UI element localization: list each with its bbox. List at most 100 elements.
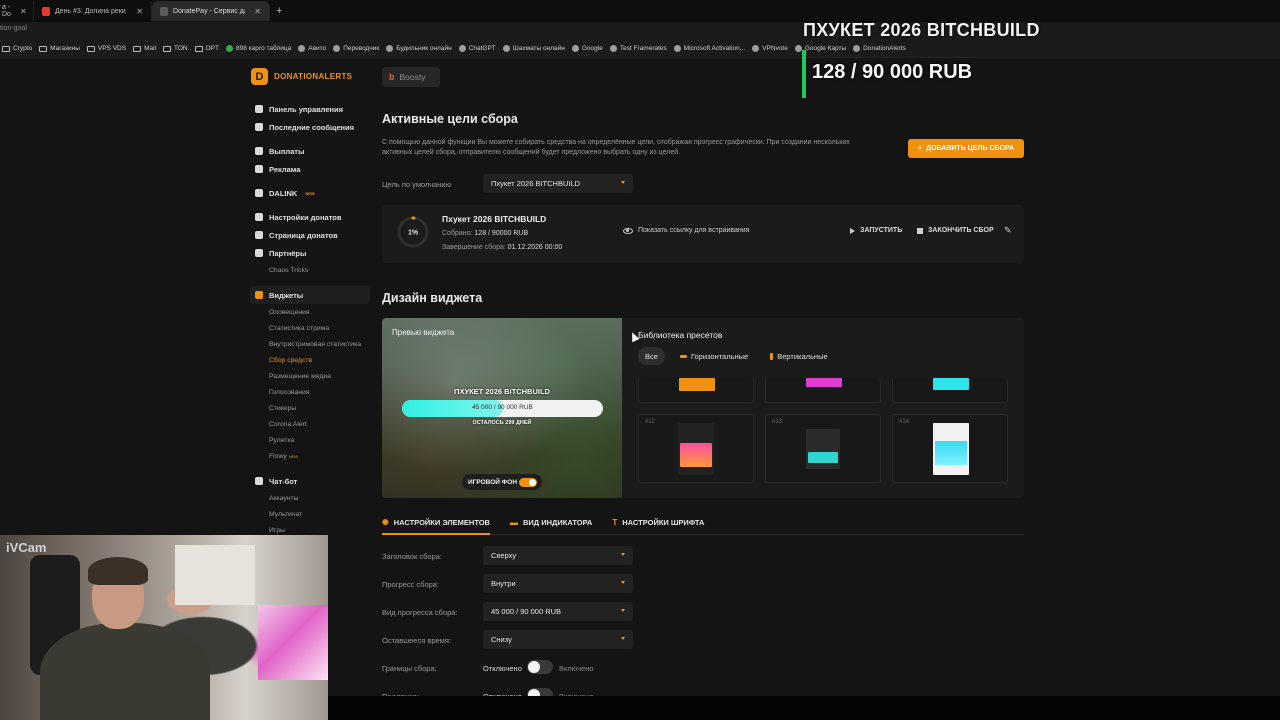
sidebar-item[interactable]: Оповещения [250, 304, 370, 320]
sidebar-item[interactable]: Чат-бот [250, 472, 370, 490]
tab-element-settings[interactable]: ✺ НАСТРОЙКИ ЭЛЕМЕНТОВ [382, 518, 490, 527]
bookmark-label: VPS VDS [97, 45, 127, 52]
sidebar-icon [255, 123, 263, 131]
select-value: 45 000 / 90 000 RUB [491, 607, 562, 616]
preset-card[interactable] [638, 378, 754, 403]
close-icon[interactable]: ✕ [254, 7, 261, 16]
progress-format-select[interactable]: 45 000 / 90 000 RUB [483, 602, 633, 621]
webcam-person-body [40, 623, 210, 720]
title-position-select[interactable]: Сверху [483, 546, 633, 565]
address-bar[interactable]: tion-goal [0, 22, 1280, 40]
bookmark-item[interactable]: Будильник онлайн [386, 45, 452, 52]
sidebar-item[interactable]: DALINK NEW [250, 184, 370, 202]
select-value: Сверху [491, 551, 517, 560]
bookmark-item[interactable]: Microsoft Activation... [673, 45, 745, 52]
bookmark-item[interactable]: TON [163, 45, 188, 52]
browser-tab-1[interactable]: а - Do ✕ [0, 1, 34, 21]
game-background-toggle[interactable]: ИГРОВОЙ ФОН [462, 474, 542, 490]
default-goal-label: Цель по умолчанию [382, 180, 452, 189]
sidebar-item[interactable]: Стикеры [250, 400, 370, 416]
sidebar-item-label: Статистика стрима [269, 324, 330, 332]
sidebar-item[interactable]: Размещение медиа [250, 368, 370, 384]
site-favicon-icon [333, 45, 341, 52]
sidebar-item[interactable]: Последние сообщения [250, 118, 370, 136]
tab-indicator-view[interactable]: ▬ ВИД ИНДИКАТОРА [510, 518, 592, 527]
sidebar-item-label: Сбор средств [269, 356, 313, 364]
edit-pencil-icon[interactable]: ✎ [1004, 225, 1012, 236]
finish-goal-button[interactable]: ЗАКОНЧИТЬ СБОР [917, 227, 994, 234]
preset-card-13[interactable]: #13 [765, 414, 881, 483]
preset-thumb [933, 378, 969, 390]
toggle-switch[interactable] [519, 478, 537, 487]
bookmark-item[interactable]: 898 карго таблица [226, 45, 291, 52]
preset-card-14[interactable]: #14 [892, 414, 1008, 483]
close-icon[interactable]: ✕ [20, 7, 27, 16]
sidebar-item[interactable]: Аккаунты [250, 490, 370, 506]
site-favicon-icon [673, 45, 681, 52]
default-goal-select[interactable]: Пхукет 2026 BITCHBUILD [483, 174, 633, 193]
bookmark-item[interactable]: DonationAlerts [853, 45, 906, 52]
filter-all[interactable]: Все [638, 347, 665, 365]
bookmark-item[interactable]: Mail [133, 45, 156, 52]
close-icon[interactable]: ✕ [136, 7, 143, 16]
bookmark-item[interactable]: Test Framerates [609, 45, 667, 52]
show-embed-link[interactable]: Показать ссылку для встраивания [623, 227, 749, 234]
sidebar-item[interactable]: Внутристримовая статистика [250, 336, 370, 352]
sidebar-item[interactable]: Реклама [250, 160, 370, 178]
brand-logo[interactable]: D DONATIONALERTS [251, 68, 352, 85]
bookmark-label: TON [174, 45, 188, 52]
sidebar-item[interactable]: Виджеты [250, 286, 370, 304]
bookmark-item[interactable]: OPT [194, 45, 219, 52]
new-tab-plus-icon[interactable]: + [270, 5, 288, 17]
address-url[interactable]: tion-goal [0, 25, 27, 32]
add-goal-button[interactable]: + ДОБАВИТЬ ЦЕЛЬ СБОРА [908, 139, 1024, 158]
sidebar-item-label: Flowy [269, 452, 287, 460]
borders-switch[interactable] [527, 660, 553, 674]
sidebar-item[interactable]: Голосования [250, 384, 370, 400]
start-goal-button[interactable]: ЗАПУСТИТЬ [850, 227, 902, 234]
progress-position-select[interactable]: Внутри [483, 574, 633, 593]
browser-tab-3[interactable]: DonatePay - Сервис для прие ✕ [152, 1, 270, 21]
preset-card[interactable] [892, 378, 1008, 403]
preset-card-12[interactable]: #12 [638, 414, 754, 483]
bookmark-item[interactable]: VPNvote [752, 45, 788, 52]
sidebar-item[interactable]: Статистика стрима [250, 320, 370, 336]
sidebar-item[interactable]: Chaos Tricks [250, 262, 370, 278]
bookmark-item[interactable]: Авито [298, 45, 326, 52]
tab-font-settings[interactable]: T НАСТРОЙКИ ШРИФТА [612, 518, 704, 527]
sidebar-item-label: Chaos Tricks [269, 266, 309, 274]
sidebar-item[interactable]: Страница донатов [250, 226, 370, 244]
sidebar-item[interactable]: Выплаты [250, 142, 370, 160]
browser-tab-2[interactable]: День #3. Долина реки Урубам ✕ [34, 1, 152, 21]
goal-progress-ring: 1% [397, 216, 429, 248]
sidebar-item[interactable]: Flowy NEW [250, 448, 370, 464]
sidebar-item[interactable]: Сбор средств [250, 352, 370, 368]
bookmark-item[interactable]: ChatGPT [458, 45, 496, 52]
remaining-time-select[interactable]: Снизу [483, 630, 633, 649]
filter-vertical[interactable]: Вертикальные [763, 347, 834, 365]
bookmark-item[interactable]: Магазины [39, 45, 80, 52]
bookmark-item[interactable]: Шахматы онлайн [502, 45, 565, 52]
sidebar-item[interactable]: Панель управления [250, 100, 370, 118]
sidebar-item[interactable]: Corona Alert [250, 416, 370, 432]
horizontal-icon [679, 354, 687, 358]
boosty-switch-button[interactable]: b Boosty [382, 67, 440, 87]
sidebar-item[interactable]: Мультичат [250, 506, 370, 522]
sidebar-item[interactable]: Рулетка [250, 432, 370, 448]
progress-format-label: Вид прогресса сбора: [382, 608, 458, 617]
bookmark-label: Авито [308, 45, 327, 52]
bookmark-item[interactable]: Crypto [2, 45, 32, 52]
game-bg-label: ИГРОВОЙ ФОН [468, 478, 518, 486]
bookmark-item[interactable]: Google [571, 45, 603, 52]
bookmarks-bar: Crypto Магазины VPS VDS Mail TON OPT 898 карго… [0, 40, 1280, 58]
goal-collected: Собрано: 128 / 90000 RUB [442, 230, 528, 237]
filter-horizontal[interactable]: Горизонтальные [673, 347, 755, 365]
sidebar-item-label: Аккаунты [269, 494, 299, 502]
tab-label: ВИД ИНДИКАТОРА [522, 518, 593, 527]
sidebar-item[interactable]: Партнёры [250, 244, 370, 262]
preset-card[interactable] [765, 378, 881, 403]
bookmark-item[interactable]: VPS VDS [86, 45, 127, 52]
sidebar-item[interactable]: Настройки донатов [250, 208, 370, 226]
webcam-overlay: iVCam [0, 535, 328, 720]
bookmark-item[interactable]: Переводчик [333, 45, 379, 52]
